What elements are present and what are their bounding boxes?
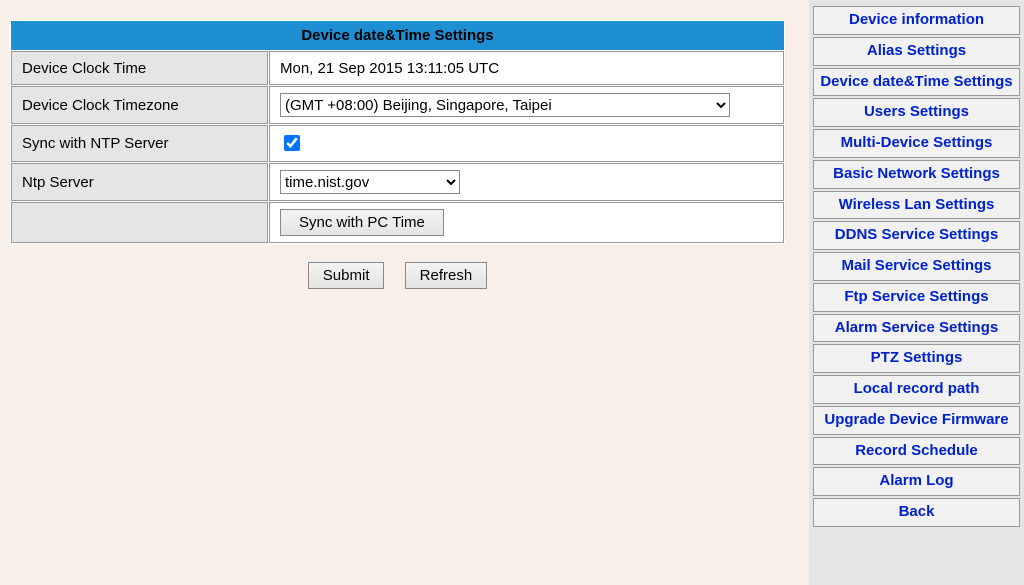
- main-content: Device date&Time Settings Device Clock T…: [0, 0, 809, 585]
- sync-pc-button[interactable]: Sync with PC Time: [280, 209, 444, 236]
- label-timezone: Device Clock Timezone: [11, 86, 268, 124]
- value-clock-time: Mon, 21 Sep 2015 13:11:05 UTC: [269, 51, 784, 85]
- sidebar-item-date-time-settings[interactable]: Device date&Time Settings: [813, 68, 1020, 97]
- label-sync-pc-empty: [11, 202, 268, 243]
- sidebar-item-mail-service-settings[interactable]: Mail Service Settings: [813, 252, 1020, 281]
- sidebar-item-ptz-settings[interactable]: PTZ Settings: [813, 344, 1020, 373]
- sidebar-item-alarm-log[interactable]: Alarm Log: [813, 467, 1020, 496]
- ntp-server-select[interactable]: time.nist.gov: [280, 170, 460, 194]
- timezone-select[interactable]: (GMT +08:00) Beijing, Singapore, Taipei: [280, 93, 730, 117]
- refresh-button[interactable]: Refresh: [405, 262, 488, 289]
- bottom-buttons: Submit Refresh: [10, 262, 785, 289]
- row-clock-time: Device Clock Time Mon, 21 Sep 2015 13:11…: [11, 51, 784, 85]
- sidebar-item-wireless-lan-settings[interactable]: Wireless Lan Settings: [813, 191, 1020, 220]
- ntp-sync-checkbox[interactable]: [284, 135, 300, 151]
- row-ntp-server: Ntp Server time.nist.gov: [11, 163, 784, 201]
- sidebar-item-users-settings[interactable]: Users Settings: [813, 98, 1020, 127]
- sidebar-item-basic-network-settings[interactable]: Basic Network Settings: [813, 160, 1020, 189]
- row-ntp-sync: Sync with NTP Server: [11, 125, 784, 162]
- label-ntp-sync: Sync with NTP Server: [11, 125, 268, 162]
- sidebar-item-back[interactable]: Back: [813, 498, 1020, 527]
- sidebar-item-local-record-path[interactable]: Local record path: [813, 375, 1020, 404]
- sidebar-item-alias-settings[interactable]: Alias Settings: [813, 37, 1020, 66]
- sidebar-item-upgrade-firmware[interactable]: Upgrade Device Firmware: [813, 406, 1020, 435]
- sidebar-item-alarm-service-settings[interactable]: Alarm Service Settings: [813, 314, 1020, 343]
- sidebar-item-device-information[interactable]: Device information: [813, 6, 1020, 35]
- submit-button[interactable]: Submit: [308, 262, 385, 289]
- sidebar-item-ftp-service-settings[interactable]: Ftp Service Settings: [813, 283, 1020, 312]
- row-sync-pc: Sync with PC Time: [11, 202, 784, 243]
- label-ntp-server: Ntp Server: [11, 163, 268, 201]
- sidebar-item-multi-device-settings[interactable]: Multi-Device Settings: [813, 129, 1020, 158]
- label-clock-time: Device Clock Time: [11, 51, 268, 85]
- sidebar-item-ddns-service-settings[interactable]: DDNS Service Settings: [813, 221, 1020, 250]
- settings-header: Device date&Time Settings: [11, 21, 784, 50]
- sidebar-item-record-schedule[interactable]: Record Schedule: [813, 437, 1020, 466]
- settings-table: Device date&Time Settings Device Clock T…: [10, 20, 785, 244]
- sidebar: Device information Alias Settings Device…: [809, 0, 1024, 585]
- row-timezone: Device Clock Timezone (GMT +08:00) Beiji…: [11, 86, 784, 124]
